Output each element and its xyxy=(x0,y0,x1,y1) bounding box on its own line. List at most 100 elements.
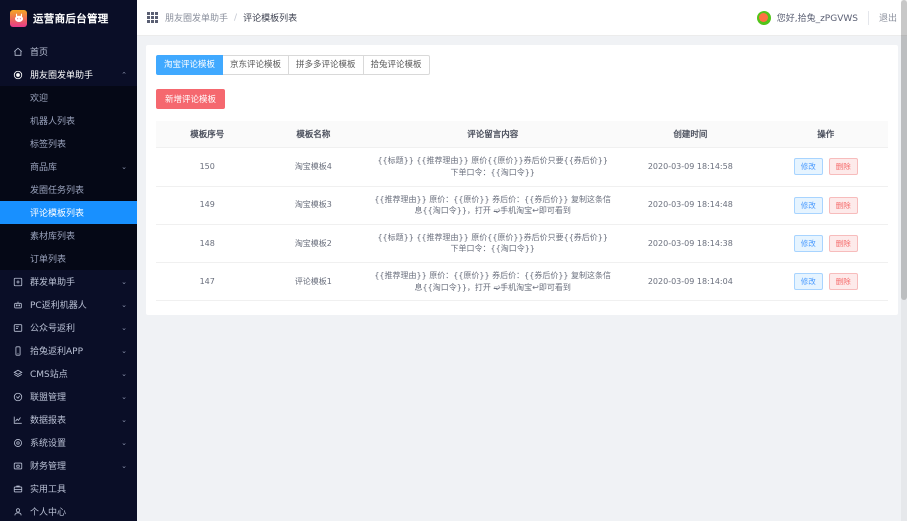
cell-time: 2020-03-09 18:14:58 xyxy=(617,147,764,187)
target-icon xyxy=(12,392,24,402)
sidebar-item-label: 公众号返利 xyxy=(30,324,76,334)
table-head: 模板序号 模板名称 评论留言内容 创建时间 操作 xyxy=(156,121,888,149)
cell-id: 150 xyxy=(156,147,259,187)
sidebar-item-pc-rebate-robot[interactable]: PC返利机器人 ⌄ xyxy=(0,293,137,316)
avatar[interactable] xyxy=(756,10,771,25)
sidebar-subitem-order-list[interactable]: 订单列表 xyxy=(0,247,137,270)
delete-button[interactable]: 删除 xyxy=(828,158,858,176)
sidebar-item-label: CMS站点 xyxy=(30,370,68,380)
toolbox-icon xyxy=(12,484,24,494)
chevron-down-icon: ⌄ xyxy=(121,369,127,378)
sidebar-item-label: 实用工具 xyxy=(30,485,67,495)
home-icon xyxy=(12,47,24,57)
scrollbar-thumb[interactable] xyxy=(901,0,907,300)
topbar: 朋友圈发单助手 / 评论模板列表 您好,拾兔_zPGVWS 退出 xyxy=(137,0,907,36)
cell-id: 148 xyxy=(156,224,259,263)
sidebar-subitem-product-library[interactable]: 商品库 ⌄ xyxy=(0,155,137,178)
column-header-time: 创建时间 xyxy=(617,121,764,149)
sidebar-item-label: 群发单助手 xyxy=(30,278,76,288)
chevron-down-icon: ⌄ xyxy=(121,277,127,286)
sidebar-subitem-label: 机器人列表 xyxy=(30,117,76,127)
sidebar-item-alliance-management[interactable]: 联盟管理 ⌄ xyxy=(0,385,137,408)
sidebar-subitem-label: 标签列表 xyxy=(30,140,67,150)
sidebar-subitem-material-library-list[interactable]: 素材库列表 xyxy=(0,224,137,247)
tab-pdd-comment-template[interactable]: 拼多多评论模板 xyxy=(289,55,364,76)
cell-time: 2020-03-09 18:14:48 xyxy=(617,186,764,225)
sidebar-item-label: PC返利机器人 xyxy=(30,301,87,311)
robot-icon xyxy=(12,300,24,310)
tab-taobao-comment-template[interactable]: 淘宝评论模板 xyxy=(156,55,224,76)
cell-content: {{标题}} {{推荐理由}} 原价{{原价}}券后价只要{{券后价}} 下单口… xyxy=(368,147,618,187)
megaphone-icon xyxy=(12,323,24,333)
tab-shitu-comment-template[interactable]: 拾兔评论模板 xyxy=(363,55,430,76)
delete-button[interactable]: 删除 xyxy=(828,273,858,291)
sidebar-item-label: 数据报表 xyxy=(30,416,67,426)
sidebar-subitem-comment-template-list[interactable]: 评论模板列表 xyxy=(0,201,137,224)
sidebar: 运营商后台管理 首页 朋友圈发单助手 ⌃ 欢迎 机器人列表 标签列表 商品库 ⌄… xyxy=(0,0,137,521)
edit-button[interactable]: 修改 xyxy=(793,273,823,291)
breadcrumb-parent[interactable]: 朋友圈发单助手 xyxy=(165,11,228,24)
vertical-scrollbar[interactable] xyxy=(901,0,907,521)
sidebar-item-label: 拾兔返利APP xyxy=(30,347,84,357)
breadcrumb: 朋友圈发单助手 / 评论模板列表 xyxy=(165,11,297,25)
mobile-icon xyxy=(12,345,24,356)
sidebar-subitem-label: 欢迎 xyxy=(30,94,49,104)
chevron-up-icon: ⌃ xyxy=(121,70,127,79)
column-header-id: 模板序号 xyxy=(156,121,259,149)
sidebar-item-moments-assistant[interactable]: 朋友圈发单助手 ⌃ xyxy=(0,63,137,86)
user-icon xyxy=(12,507,24,517)
sidebar-item-label: 系统设置 xyxy=(30,439,67,449)
layers-icon xyxy=(12,369,24,379)
sidebar-subitem-tag-list[interactable]: 标签列表 xyxy=(0,132,137,155)
edit-button[interactable]: 修改 xyxy=(793,158,823,176)
sidebar-item-finance-management[interactable]: 财务管理 ⌄ xyxy=(0,454,137,477)
table-row: 147 评论模板1 {{推荐理由}} 原价：{{原价}} 券后价：{{券后价}}… xyxy=(156,262,888,302)
sidebar-item-data-reports[interactable]: 数据报表 ⌄ xyxy=(0,408,137,431)
comment-template-card: 淘宝评论模板 京东评论模板 拼多多评论模板 拾兔评论模板 新增评论模板 模板序号… xyxy=(146,45,898,316)
cell-operations: 修改 删除 xyxy=(763,224,888,263)
sidebar-subitem-label: 订单列表 xyxy=(30,255,67,265)
sidebar-item-label: 联盟管理 xyxy=(30,393,67,403)
sidebar-subitem-welcome[interactable]: 欢迎 xyxy=(0,86,137,109)
brand: 运营商后台管理 xyxy=(0,0,137,36)
sidebar-item-home[interactable]: 首页 xyxy=(0,40,137,63)
column-header-name: 模板名称 xyxy=(258,121,369,149)
grid-menu-icon[interactable] xyxy=(147,12,158,23)
cell-content: {{标题}} {{推荐理由}} 原价{{原价}}券后价只要{{券后价}} 下单口… xyxy=(368,224,618,263)
edit-button[interactable]: 修改 xyxy=(793,234,823,252)
sidebar-subitem-label: 评论模板列表 xyxy=(30,209,85,219)
table-row: 149 淘宝模板3 {{推荐理由}} 原价：{{原价}} 券后价：{{券后价}}… xyxy=(156,186,888,225)
cell-name: 评论模板1 xyxy=(258,262,369,302)
circle-dot-icon xyxy=(12,70,24,80)
sidebar-item-label: 个人中心 xyxy=(30,508,67,518)
add-comment-template-button[interactable]: 新增评论模板 xyxy=(156,89,226,110)
sidebar-subitem-post-task-list[interactable]: 发圈任务列表 xyxy=(0,178,137,201)
comment-template-table: 模板序号 模板名称 评论留言内容 创建时间 操作 150 淘宝模板4 {{标题}… xyxy=(156,121,888,302)
sidebar-subitem-robot-list[interactable]: 机器人列表 xyxy=(0,109,137,132)
cell-id: 147 xyxy=(156,262,259,302)
chevron-down-icon: ⌄ xyxy=(121,438,127,447)
delete-button[interactable]: 删除 xyxy=(828,196,858,214)
sidebar-subitem-label: 发圈任务列表 xyxy=(30,186,85,196)
edit-button[interactable]: 修改 xyxy=(793,196,823,214)
sidebar-item-practical-tools[interactable]: 实用工具 xyxy=(0,477,137,500)
sidebar-item-system-settings[interactable]: 系统设置 ⌄ xyxy=(0,431,137,454)
sidebar-item-rebate-app[interactable]: 拾兔返利APP ⌄ xyxy=(0,339,137,362)
sidebar-nav: 首页 朋友圈发单助手 ⌃ 欢迎 机器人列表 标签列表 商品库 ⌄ 发圈任务列表 … xyxy=(0,36,137,521)
column-header-content: 评论留言内容 xyxy=(368,121,618,149)
sidebar-item-official-account-rebate[interactable]: 公众号返利 ⌄ xyxy=(0,316,137,339)
sidebar-subitem-label: 素材库列表 xyxy=(30,232,76,242)
cell-name: 淘宝模板4 xyxy=(258,147,369,187)
tab-jd-comment-template[interactable]: 京东评论模板 xyxy=(223,55,290,76)
cell-operations: 修改 删除 xyxy=(763,186,888,225)
delete-button[interactable]: 删除 xyxy=(828,234,858,252)
content-area: 淘宝评论模板 京东评论模板 拼多多评论模板 拾兔评论模板 新增评论模板 模板序号… xyxy=(137,36,907,521)
plus-box-icon xyxy=(12,277,24,287)
sidebar-item-mass-send-assistant[interactable]: 群发单助手 ⌄ xyxy=(0,270,137,293)
sidebar-item-cms-site[interactable]: CMS站点 ⌄ xyxy=(0,362,137,385)
cell-id: 149 xyxy=(156,186,259,225)
sidebar-item-personal-center[interactable]: 个人中心 xyxy=(0,500,137,521)
greeting-text: 您好,拾兔_zPGVWS xyxy=(776,14,858,24)
logout-button[interactable]: 退出 xyxy=(879,11,897,24)
chevron-down-icon: ⌄ xyxy=(121,300,127,309)
